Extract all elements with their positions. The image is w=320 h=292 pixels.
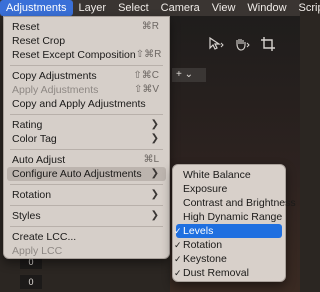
menu-item-color-tag[interactable]: Color Tag ❯ (4, 132, 169, 146)
menu-item-reset-except-composition[interactable]: Reset Except Composition ⇧⌘R (4, 48, 169, 62)
submenu-item-label: Levels (183, 225, 214, 237)
value-input-2[interactable]: 0 (20, 275, 42, 289)
menu-item-apply-lcc: Apply LCC (4, 244, 169, 258)
menu-item-reset-crop[interactable]: Reset Crop (4, 34, 169, 48)
chevron-right-icon: ❯ (150, 119, 159, 130)
menu-separator (10, 226, 163, 227)
shortcut-label: ⌘R (141, 21, 159, 32)
menu-item-label: Reset Crop (12, 35, 66, 47)
shortcut-label: ⇧⌘C (133, 70, 159, 81)
chevron-right-icon: ❯ (150, 210, 159, 221)
menu-item-configure-auto-adjustments[interactable]: Configure Auto Adjustments ❯ (7, 167, 166, 181)
cursor-icon[interactable] (206, 36, 226, 54)
menu-item-rotation[interactable]: Rotation ❯ (4, 188, 169, 202)
submenu-item-label: High Dynamic Range (183, 211, 283, 223)
menubar-item-view[interactable]: View (206, 0, 242, 16)
menu-item-label: Rotation (12, 189, 52, 201)
adjustments-menu: Reset ⌘R Reset Crop Reset Except Composi… (3, 16, 170, 259)
menubar-item-layer[interactable]: Layer (73, 0, 113, 16)
menu-separator (10, 205, 163, 206)
menu-item-label: Auto Adjust (12, 154, 66, 166)
checkmark-icon: ✓ (174, 254, 182, 264)
toolbar (206, 34, 300, 56)
configure-auto-adjustments-submenu: White Balance Exposure Contrast and Brig… (172, 164, 296, 282)
menu-item-label: Apply Adjustments (12, 84, 99, 96)
chevron-right-icon: ❯ (150, 189, 159, 200)
menu-item-styles[interactable]: Styles ❯ (4, 209, 169, 223)
submenu-item-rotation[interactable]: ✓ Rotation (173, 238, 285, 252)
shortcut-label: ⇧⌘R (135, 49, 162, 60)
submenu-item-keystone[interactable]: ✓ Keystone (173, 252, 285, 266)
menu-item-label: Rating (12, 119, 43, 131)
crop-icon[interactable] (258, 36, 278, 54)
shortcut-label: ⌘L (143, 154, 159, 165)
shortcut-label: ⇧⌘V (133, 84, 159, 95)
menubar-item-select[interactable]: Select (112, 0, 155, 16)
menubar-item-scripts[interactable]: Scripts (293, 0, 320, 16)
menu-separator (10, 149, 163, 150)
submenu-item-exposure[interactable]: Exposure (173, 182, 285, 196)
chevron-down-icon: ⌄ (184, 69, 194, 80)
menu-bar: Adjustments Layer Select Camera View Win… (0, 0, 320, 16)
menubar-item-adjustments[interactable]: Adjustments (0, 0, 73, 16)
chevron-right-icon: ❯ (150, 133, 159, 144)
menu-item-label: Apply LCC (12, 245, 63, 257)
menu-item-label: Color Tag (12, 133, 57, 145)
submenu-item-dust-removal[interactable]: ✓ Dust Removal (173, 266, 285, 280)
submenu-item-label: Exposure (183, 183, 228, 195)
submenu-item-label: Dust Removal (183, 267, 249, 279)
submenu-item-label: Rotation (183, 239, 223, 251)
submenu-item-contrast-brightness[interactable]: Contrast and Brightness (173, 196, 296, 210)
submenu-item-white-balance[interactable]: White Balance (173, 168, 285, 182)
menu-separator (10, 65, 163, 66)
menu-item-auto-adjust[interactable]: Auto Adjust ⌘L (4, 153, 169, 167)
chevron-right-icon: ❯ (150, 168, 159, 179)
add-tab-button[interactable]: + ⌄ (172, 68, 206, 82)
menu-item-create-lcc[interactable]: Create LCC... (4, 230, 169, 244)
menu-separator (10, 114, 163, 115)
menu-item-label: Styles (12, 210, 41, 222)
hand-icon[interactable] (232, 37, 252, 54)
menu-item-apply-adjustments: Apply Adjustments ⇧⌘V (4, 83, 169, 97)
menu-separator (10, 184, 163, 185)
menu-item-label: Reset Except Composition (12, 49, 136, 61)
menubar-item-camera[interactable]: Camera (155, 0, 206, 16)
menu-item-copy-and-apply[interactable]: Copy and Apply Adjustments (4, 97, 169, 111)
menu-item-label: Copy and Apply Adjustments (12, 98, 146, 110)
menu-item-label: Create LCC... (12, 231, 77, 243)
plus-icon: + (176, 69, 182, 80)
menu-item-label: Configure Auto Adjustments (12, 168, 142, 180)
submenu-item-label: White Balance (183, 169, 251, 181)
submenu-item-label: Keystone (183, 253, 227, 265)
menu-item-copy-adjustments[interactable]: Copy Adjustments ⇧⌘C (4, 69, 169, 83)
menu-item-label: Copy Adjustments (12, 70, 97, 82)
menu-item-rating[interactable]: Rating ❯ (4, 118, 169, 132)
menu-item-reset[interactable]: Reset ⌘R (4, 20, 169, 34)
checkmark-icon: ✓ (174, 226, 182, 236)
submenu-item-high-dynamic-range[interactable]: High Dynamic Range (173, 210, 285, 224)
checkmark-icon: ✓ (174, 240, 182, 250)
checkmark-icon: ✓ (174, 268, 182, 278)
submenu-item-levels[interactable]: ✓ Levels (174, 224, 282, 238)
menubar-item-window[interactable]: Window (241, 0, 292, 16)
menu-item-label: Reset (12, 21, 40, 33)
submenu-item-label: Contrast and Brightness (183, 197, 296, 209)
